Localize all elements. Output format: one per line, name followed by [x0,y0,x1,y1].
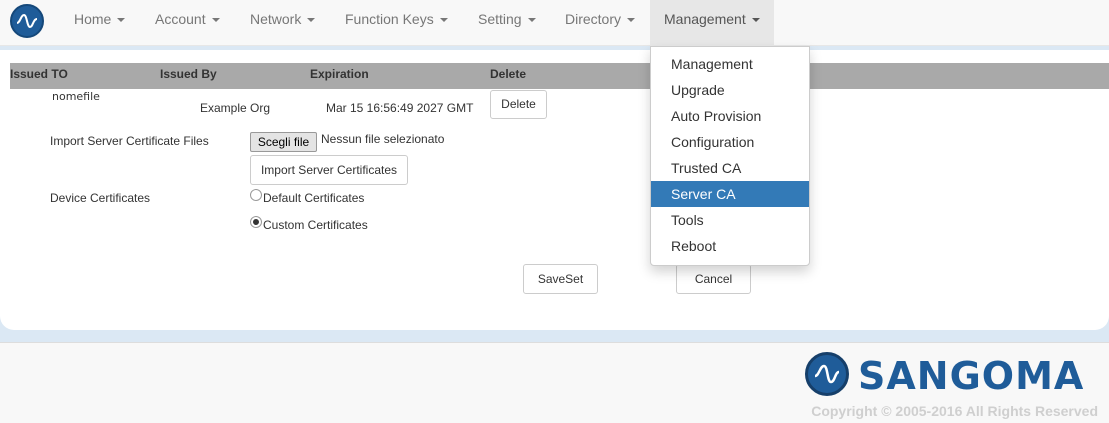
menu-item-upgrade[interactable]: Upgrade [651,77,809,103]
chevron-down-icon [211,18,220,23]
custom-certificates-label: Custom Certificates [263,218,368,232]
chevron-down-icon [627,18,636,23]
menu-item-server-ca[interactable]: Server CA [651,181,809,207]
nav-management[interactable]: Management [650,0,774,46]
chevron-down-icon [527,18,536,23]
server-ca-panel: Issued TO Issued By Expiration Delete no… [0,50,1109,330]
menu-item-auto-provision[interactable]: Auto Provision [651,103,809,129]
import-label: Import Server Certificate Files [50,134,209,148]
chevron-down-icon [439,18,448,23]
column-header-issued-by: Issued By [160,67,217,81]
menu-item-reboot[interactable]: Reboot [651,233,809,259]
copyright-text: Copyright © 2005-2016 All Rights Reserve… [811,403,1098,419]
management-dropdown-menu: Management Upgrade Auto Provision Config… [650,46,810,266]
nav-home[interactable]: Home [60,0,139,46]
nav-account[interactable]: Account [141,0,234,46]
nav-network[interactable]: Network [236,0,329,46]
delete-button[interactable]: Delete [490,90,547,119]
content-area: Issued TO Issued By Expiration Delete no… [0,46,1109,342]
saveset-button[interactable]: SaveSet [523,264,598,294]
chevron-down-icon [307,18,316,23]
cell-expiration: Mar 15 16:56:49 2027 GMT [326,101,474,115]
nav-setting[interactable]: Setting [464,0,550,46]
nav-function-keys[interactable]: Function Keys [331,0,462,46]
footer: SANGOMA Copyright © 2005-2016 All Rights… [0,342,1109,423]
chevron-down-icon [751,18,760,23]
top-navbar: Home Account Network Function Keys Setti… [0,0,1109,46]
import-server-certificates-button[interactable]: Import Server Certificates [250,155,408,185]
cell-issued-to: nomefile [52,90,100,103]
column-header-expiration: Expiration [310,67,369,81]
cancel-button[interactable]: Cancel [676,264,751,294]
menu-item-tools[interactable]: Tools [651,207,809,233]
custom-certificates-radio[interactable] [250,216,262,228]
column-header-delete: Delete [490,67,527,81]
column-header-issued-to: Issued TO [10,67,68,81]
certificate-table-header: Issued TO Issued By Expiration Delete [10,63,1109,89]
choose-file-button[interactable]: Scegli file [250,132,317,152]
sangoma-wordmark: SANGOMA [858,354,1085,398]
sangoma-logo-icon [805,352,849,396]
cell-issued-by: Example Org [200,101,271,115]
sangoma-logo-icon[interactable] [10,4,44,38]
chevron-down-icon [117,18,126,23]
menu-item-trusted-ca[interactable]: Trusted CA [651,155,809,181]
default-certificates-radio[interactable] [250,189,262,201]
default-certificates-label: Default Certificates [263,191,365,205]
nav-directory[interactable]: Directory [551,0,649,46]
menu-item-configuration[interactable]: Configuration [651,129,809,155]
no-file-text: Nessun file selezionato [321,132,445,146]
device-certificates-label: Device Certificates [50,191,151,205]
menu-item-management[interactable]: Management [651,51,809,77]
